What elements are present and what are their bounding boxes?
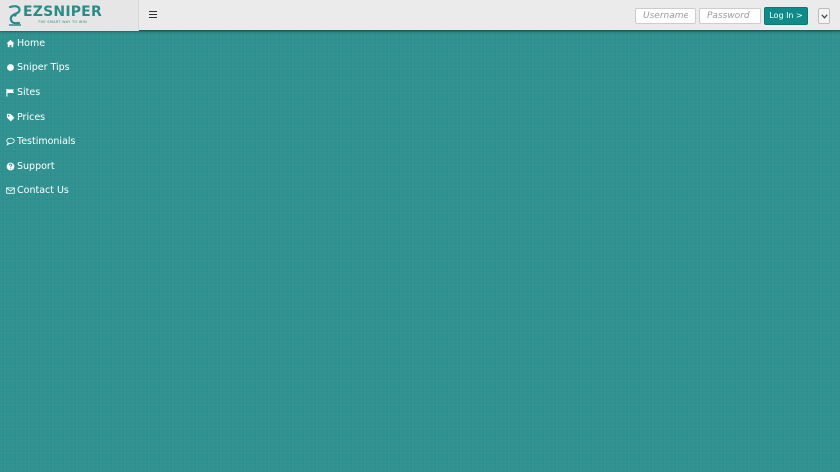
sidebar-item-label: Testimonials bbox=[17, 135, 76, 147]
username-input[interactable] bbox=[635, 8, 696, 24]
login-button[interactable]: Log In > bbox=[764, 7, 808, 25]
hamburger-icon[interactable] bbox=[147, 9, 159, 21]
sidebar-item-label: Contact Us bbox=[17, 184, 69, 196]
sidebar-item-label: Sniper Tips bbox=[17, 61, 70, 73]
envelope-icon bbox=[6, 186, 15, 195]
sidebar-item-label: Sites bbox=[17, 86, 41, 98]
brand-tagline: THE SMART WAY TO WIN bbox=[38, 20, 87, 24]
sidebar-item-label: Support bbox=[17, 160, 55, 172]
home-icon bbox=[6, 39, 15, 48]
password-input[interactable] bbox=[699, 8, 761, 24]
flag-icon bbox=[6, 88, 15, 97]
sidebar-item-contact-us[interactable]: Contact Us bbox=[6, 182, 69, 198]
sidebar-item-home[interactable]: Home bbox=[6, 35, 45, 51]
sidebar-item-testimonials[interactable]: Testimonials bbox=[6, 133, 75, 149]
logo-mark-icon bbox=[8, 5, 21, 26]
comment-icon bbox=[6, 137, 15, 146]
page-background bbox=[0, 31, 840, 472]
brand-name: EZSNIPER bbox=[23, 4, 102, 20]
brand-logo[interactable]: EZSNIPER THE SMART WAY TO WIN bbox=[0, 0, 139, 31]
chevron-down-icon bbox=[821, 14, 828, 19]
sidebar-item-sites[interactable]: Sites bbox=[6, 84, 40, 100]
dropdown-toggle[interactable] bbox=[818, 8, 830, 24]
circle-icon bbox=[6, 63, 15, 72]
sidebar-item-label: Prices bbox=[17, 111, 46, 123]
top-navbar: EZSNIPER THE SMART WAY TO WIN Log In > bbox=[0, 0, 840, 31]
sidebar-item-prices[interactable]: Prices bbox=[6, 109, 45, 125]
sidebar-item-sniper-tips[interactable]: Sniper Tips bbox=[6, 59, 70, 75]
tag-icon bbox=[6, 113, 15, 122]
sidebar-item-support[interactable]: Support bbox=[6, 158, 55, 174]
question-icon bbox=[6, 162, 15, 171]
sidebar-item-label: Home bbox=[17, 37, 46, 49]
